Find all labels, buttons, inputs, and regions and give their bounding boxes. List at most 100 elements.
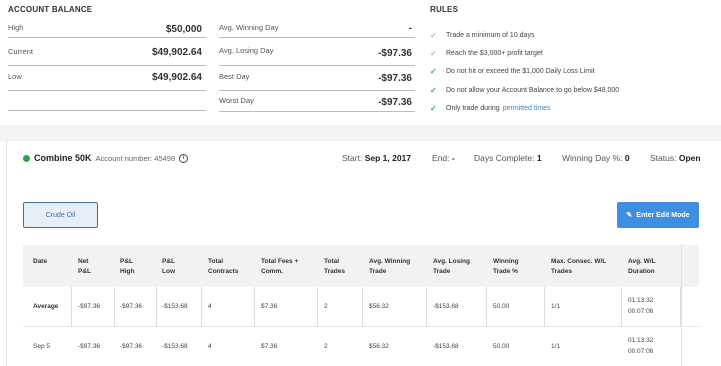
cell-pnl-low: -$153.68 (162, 343, 188, 350)
days-complete: Days Complete: 1 (474, 153, 542, 163)
account-name: Combine 50K (34, 153, 92, 163)
cell-max-consec: 1/1 (551, 303, 561, 310)
account-status: Status: Open (650, 153, 701, 163)
column-divider (362, 287, 363, 327)
cell-max-consec: 1/1 (551, 343, 561, 350)
rule-item: ✓ Do not hit or exceed the $1,000 Daily … (430, 67, 595, 76)
status-dot-icon (23, 154, 30, 162)
table-header: Date Net P&L P&L High P&L Low Total Contract… (23, 245, 699, 287)
column-header-total-trades: Total Trades (324, 258, 345, 275)
cell-winning-pct: 50.00 (493, 343, 510, 350)
balance-row-high: High $50,000 (8, 20, 206, 38)
rule-item: ✓ Trade a minimum of 10 days (430, 31, 534, 40)
column-divider (114, 287, 115, 327)
cell-winning-pct: 50.00 (493, 303, 510, 310)
column-header-date: Date (33, 258, 48, 265)
cell-contracts: 4 (208, 303, 212, 310)
cell-net-pnl: -$97.36 (78, 343, 101, 350)
balance-label: Low (8, 72, 22, 81)
winning-day-pct: Winning Day %: 0 (562, 153, 630, 163)
check-icon: ✓ (430, 49, 437, 58)
column-divider (317, 287, 318, 327)
cell-avg-winning: $56.32 (369, 343, 389, 350)
days-value: 1 (536, 153, 542, 163)
cell-avg-losing: -$153.68 (433, 303, 459, 310)
stat-label: Best Day (219, 72, 250, 81)
cell-pnl-high: -$97.36 (120, 343, 143, 350)
column-header-net-pnl: Net P&L (78, 258, 91, 275)
rule-text: Do not hit or exceed the $1,000 Daily Lo… (446, 68, 595, 75)
cell-pnl-high: -$97.36 (120, 303, 143, 310)
cell-contracts: 4 (208, 343, 212, 350)
table-row: Sep 5 -$97.36 -$97.36 -$153.68 4 $7.36 2… (23, 327, 699, 366)
start-label: Start: (342, 153, 363, 163)
cell-net-pnl: -$97.36 (78, 303, 101, 310)
balance-value: $49,902.64 (151, 72, 202, 83)
stat-best-day: Best Day -$97.36 (219, 67, 415, 91)
edit-button-label: Enter Edit Mode (636, 211, 690, 219)
cell-avg-winning: $56.32 (369, 303, 389, 310)
stat-label: Avg. Winning Day (219, 23, 279, 32)
cell-avg-duration: 01:13:32 00:07:06 (628, 297, 654, 315)
column-divider (156, 287, 157, 327)
cell-fees: $7.36 (261, 303, 278, 310)
end-value: - (451, 153, 455, 163)
table-row: Average -$97.36 -$97.36 -$153.68 4 $7.36… (23, 287, 699, 327)
divider (8, 110, 206, 111)
stat-value: -$97.36 (378, 97, 412, 108)
balance-label: Current (8, 47, 34, 56)
cell-trades: 2 (324, 303, 328, 310)
check-icon: ✓ (430, 31, 437, 40)
account-identity: Combine 50K Account number: 45498 i (23, 153, 189, 163)
column-header-avg-duration: Avg. W/L Duration (628, 258, 656, 275)
balance-value: $50,000 (165, 24, 202, 35)
column-divider (71, 287, 72, 327)
cell-avg-duration: 01:13:32 00:07:06 (628, 337, 654, 355)
stat-avg-losing-day: Avg. Losing Day -$97.36 (219, 42, 415, 66)
end-label: End: (432, 153, 450, 163)
column-header-fees: Total Fees + Comm. (261, 258, 299, 275)
rule-text: Do not allow your Account Balance to go … (446, 87, 620, 94)
account-number: Account number: 45498 (95, 153, 176, 163)
stat-worst-day: Worst Day -$97.36 (219, 92, 415, 112)
column-header-avg-losing: Avg. Losing Trade (433, 258, 470, 275)
rule-text: Trade a minimum of 10 days (446, 32, 535, 39)
end-date: End: - (432, 153, 455, 163)
crude-oil-button[interactable]: Crude Oil (23, 202, 98, 228)
start-date: Start: Sep 1, 2017 (342, 153, 411, 163)
check-icon: ✓ (430, 104, 437, 113)
column-divider (486, 287, 487, 327)
column-divider (426, 287, 427, 327)
column-header-pnl-low: P&L Low (162, 258, 175, 275)
column-divider (544, 287, 545, 327)
balance-label: High (8, 23, 24, 32)
winning-label: Winning Day %: (562, 153, 623, 163)
stat-avg-winning-day: Avg. Winning Day - (219, 20, 415, 38)
column-header-max-consec: Max. Consec. W/L Trades (551, 258, 607, 275)
cell-fees: $7.36 (261, 343, 278, 350)
table-scroll-area[interactable] (681, 245, 721, 366)
winning-value: 0 (624, 153, 630, 163)
enter-edit-mode-button[interactable]: ✎ Enter Edit Mode (617, 202, 699, 228)
account-balance-title: ACCOUNT BALANCE (8, 5, 93, 14)
stat-label: Worst Day (219, 96, 254, 105)
section-separator (0, 125, 721, 141)
permitted-times-link[interactable]: permitted times (503, 105, 551, 112)
stat-value: - (408, 23, 412, 34)
balance-row-current: Current $49,902.64 (8, 42, 206, 66)
balance-row-low: Low $49,902.64 (8, 67, 206, 91)
column-divider (201, 287, 202, 327)
info-icon[interactable]: i (179, 153, 189, 163)
column-header-total-contracts: Total Contracts (208, 258, 239, 275)
status-value: Open (678, 153, 701, 163)
start-value: Sep 1, 2017 (364, 153, 411, 163)
check-icon: ✓ (430, 67, 437, 76)
rule-text: Reach the $3,000+ profit target (446, 50, 543, 57)
cell-pnl-low: -$153.68 (162, 303, 188, 310)
cell-date: Sep 5 (33, 343, 50, 350)
column-divider (621, 287, 622, 327)
cell-date: Average (33, 303, 59, 310)
status-label: Status: (650, 153, 677, 163)
balance-value: $49,902.64 (151, 47, 202, 58)
cell-trades: 2 (324, 343, 328, 350)
